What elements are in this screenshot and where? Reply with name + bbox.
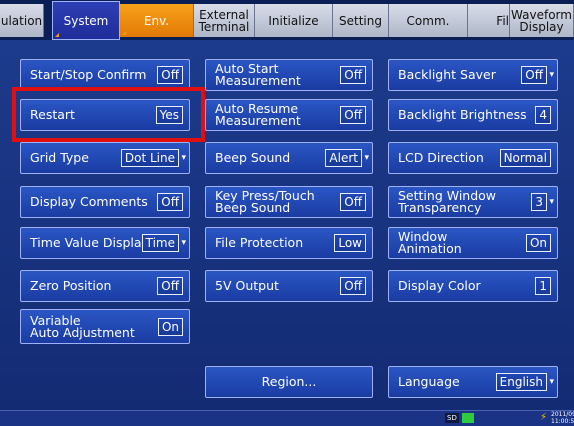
time-value-display-select[interactable]: Time Value Display Time ▾ (20, 227, 190, 259)
setting-value: On (157, 317, 183, 336)
setting-value: Off (340, 66, 366, 84)
corner-marker-icon (122, 31, 126, 35)
restart-highlight-frame (12, 87, 205, 142)
setting-value: 1 (535, 277, 551, 295)
tab-external-terminal[interactable]: External Terminal (194, 4, 255, 37)
dropdown-arrow-icon: ▾ (181, 153, 186, 163)
tab-label: Waveform Display (511, 7, 572, 34)
tab-file[interactable]: Fil (468, 4, 510, 37)
setting-label: Setting Window Transparency (398, 188, 497, 215)
setting-value: Off (340, 106, 366, 124)
tab-label: Env. (143, 13, 170, 28)
clock-date: 2011/09/05 (551, 411, 574, 418)
setting-label: Auto Resume Measurement (215, 101, 301, 128)
setting-value: 4 (535, 106, 551, 124)
setting-value: On (525, 234, 551, 252)
setting-label: Variable Auto Adjustment (30, 312, 135, 340)
setting-value: Dot Line (120, 149, 179, 167)
tab-label: Setting (339, 13, 382, 28)
region-button[interactable]: Region... (205, 366, 373, 398)
setting-label: 5V Output (215, 278, 279, 293)
tab-system[interactable]: System (52, 1, 120, 40)
setting-value: Off (521, 66, 547, 84)
setting-value: Normal (499, 149, 551, 167)
setting-label: Display Color (398, 278, 481, 293)
beep-sound-select[interactable]: Beep Sound Alert ▾ (205, 142, 373, 174)
setting-value: Off (340, 277, 366, 295)
tab-label: External Terminal (198, 7, 250, 34)
tab-calculation[interactable]: ulation (0, 4, 44, 37)
setting-label: Beep Sound (215, 150, 291, 165)
sd-activity-icon (462, 413, 474, 423)
setting-label: Backlight Saver (398, 67, 496, 82)
dropdown-arrow-icon: ▾ (549, 197, 554, 207)
power-plug-icon: ⚡ (540, 412, 548, 423)
dropdown-arrow-icon: ▾ (364, 153, 369, 163)
setting-label: Time Value Display (30, 235, 149, 250)
setting-label: Display Comments (30, 194, 148, 209)
button-label: Region... (261, 374, 317, 389)
setting-value: Time (141, 234, 179, 252)
display-comments-button[interactable]: Display Comments Off (20, 186, 190, 218)
setting-label: File Protection (215, 235, 304, 250)
setting-label: Auto Start Measurement (215, 61, 301, 88)
tab-label: System (63, 13, 109, 28)
tab-setting[interactable]: Setting (333, 4, 389, 37)
setting-label: Window Animation (398, 229, 462, 256)
setting-value: 3 (531, 193, 547, 211)
variable-auto-adjustment-button[interactable]: Variable Auto Adjustment On (20, 309, 190, 344)
tab-label: Fil (496, 13, 509, 28)
window-animation-button[interactable]: Window Animation On (388, 227, 558, 259)
file-protection-button[interactable]: File Protection Low (205, 227, 373, 259)
setting-value: Alert (325, 149, 362, 167)
setting-label: Language (398, 374, 460, 389)
clock: 2011/09/05 11:00:59 (551, 411, 574, 425)
setting-label: Start/Stop Confirm (30, 67, 147, 82)
setting-value: Off (157, 277, 183, 295)
status-bar: SD ⚡ 2011/09/05 11:00:59 (0, 410, 574, 426)
setting-label: Zero Position (30, 278, 112, 293)
setting-label: Key Press/Touch Beep Sound (215, 188, 315, 215)
setting-window-transparency-select[interactable]: Setting Window Transparency 3 ▾ (388, 186, 558, 218)
corner-marker-icon (55, 33, 59, 37)
setting-label: Grid Type (30, 150, 89, 165)
lcd-direction-button[interactable]: LCD Direction Normal (388, 142, 558, 174)
five-v-output-button[interactable]: 5V Output Off (205, 270, 373, 302)
sd-card-indicator: SD (445, 413, 459, 423)
language-select[interactable]: Language English ▾ (388, 366, 558, 398)
tab-bar: ulation System Env. External Terminal In… (0, 0, 574, 40)
tab-env[interactable]: Env. (120, 4, 194, 37)
tab-initialize[interactable]: Initialize (255, 4, 333, 37)
tab-label: ulation (0, 13, 43, 28)
backlight-saver-select[interactable]: Backlight Saver Off ▾ (388, 59, 558, 91)
setting-value: English (495, 373, 547, 391)
dropdown-arrow-icon: ▾ (181, 238, 186, 248)
tab-label: Initialize (268, 13, 319, 28)
tab-comm[interactable]: Comm. (389, 4, 468, 37)
setting-value: Low (334, 234, 366, 252)
tab-waveform-display[interactable]: Waveform Display (510, 4, 574, 37)
zero-position-button[interactable]: Zero Position Off (20, 270, 190, 302)
dropdown-arrow-icon: ▾ (549, 377, 554, 387)
backlight-brightness-button[interactable]: Backlight Brightness 4 (388, 99, 558, 131)
key-press-beep-sound-button[interactable]: Key Press/Touch Beep Sound Off (205, 186, 373, 218)
dropdown-arrow-icon: ▾ (549, 70, 554, 80)
setting-value: Off (157, 193, 183, 211)
tab-label: Comm. (406, 13, 450, 28)
auto-resume-measurement-button[interactable]: Auto Resume Measurement Off (205, 99, 373, 131)
setting-value: Off (340, 193, 366, 211)
auto-start-measurement-button[interactable]: Auto Start Measurement Off (205, 59, 373, 91)
clock-time: 11:00:59 (551, 418, 574, 425)
setting-value: Off (157, 66, 183, 84)
setting-label: Backlight Brightness (398, 107, 527, 122)
display-color-button[interactable]: Display Color 1 (388, 270, 558, 302)
grid-type-select[interactable]: Grid Type Dot Line ▾ (20, 142, 190, 174)
setting-label: LCD Direction (398, 150, 484, 165)
